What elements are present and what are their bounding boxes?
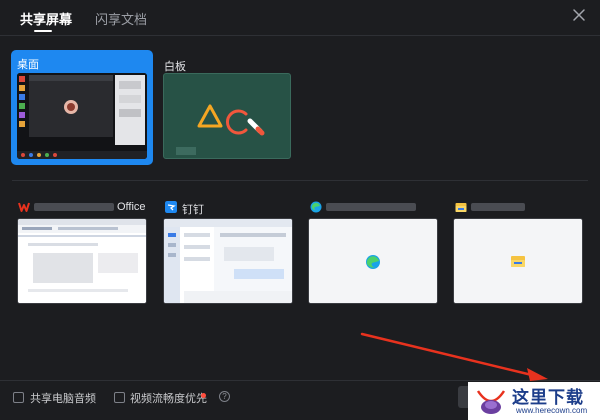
help-icon[interactable]: ? (219, 391, 230, 402)
file-explorer-icon (455, 203, 467, 212)
title-bar: 共享屏幕 闪享文档 (0, 0, 600, 36)
new-badge-dot (201, 393, 206, 398)
edge-browser-icon (310, 201, 322, 213)
desktop-thumbnail (17, 73, 147, 159)
window-dingtalk-thumbnail (163, 218, 293, 304)
section-divider (12, 180, 588, 181)
tab-share-screen[interactable]: 共享屏幕 (20, 9, 72, 28)
share-audio-checkbox[interactable] (13, 392, 24, 403)
window-edge-thumbnail (308, 218, 438, 304)
screen-desktop-label: 桌面 (17, 59, 39, 71)
window-office-thumbnail (17, 218, 147, 304)
screen-option-whiteboard[interactable] (163, 73, 291, 159)
dingtalk-icon (165, 201, 177, 213)
wps-office-icon (18, 202, 30, 212)
smooth-video-checkbox[interactable] (114, 392, 125, 403)
screen-whiteboard-label: 白板 (164, 61, 186, 73)
window-explorer-thumbnail (453, 218, 583, 304)
watermark-icon (476, 390, 506, 414)
blurred-title (34, 203, 114, 211)
watermark-url: www.herecown.com (516, 406, 588, 415)
window-dingtalk-label: 钉钉 (182, 204, 204, 216)
screen-option-desktop[interactable]: 桌面 (11, 50, 153, 165)
tab-flash-share-doc[interactable]: 闪享文档 (95, 9, 147, 28)
watermark-logo: 这里下载 www.herecown.com (468, 382, 600, 420)
watermark-text: 这里下载 (512, 388, 584, 408)
window-office-label: Office (117, 201, 146, 213)
close-icon[interactable] (572, 8, 586, 22)
active-tab-indicator (34, 30, 52, 32)
blurred-title (471, 203, 525, 211)
whiteboard-icon (176, 104, 265, 155)
share-audio-label: 共享电脑音频 (30, 393, 96, 405)
smooth-video-label: 视频流畅度优先 (130, 393, 207, 405)
blurred-title (326, 203, 416, 211)
